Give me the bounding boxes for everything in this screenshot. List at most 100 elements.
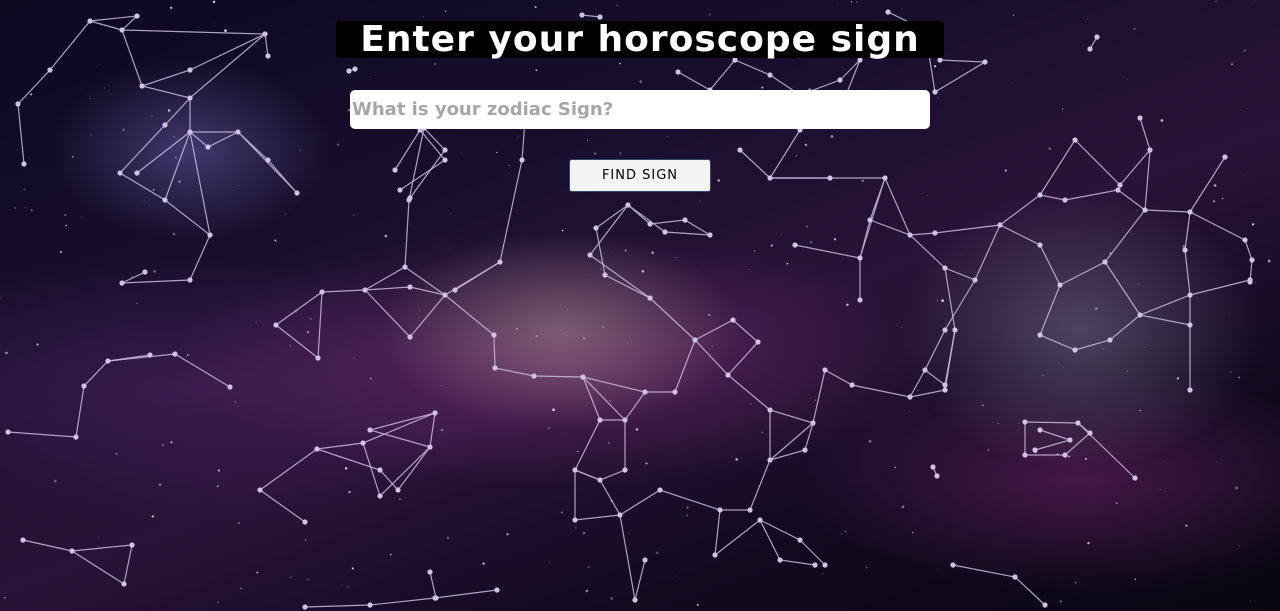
constellation-node (827, 175, 833, 181)
constellation-node (1037, 427, 1043, 433)
constellation-node (73, 434, 79, 440)
constellation-node (657, 487, 663, 493)
constellation-node (982, 59, 988, 65)
constellation-node (172, 351, 178, 357)
constellation-node (1187, 322, 1193, 328)
constellation-node (395, 487, 401, 493)
constellation-node (407, 334, 413, 340)
constellation-node (950, 562, 956, 568)
constellation-line (259, 489, 306, 523)
constellation-node (625, 202, 631, 208)
constellation-line (727, 267, 956, 424)
constellation-node (1115, 187, 1121, 193)
constellation-node (857, 255, 863, 261)
constellation-node (427, 444, 433, 450)
constellation-node (692, 337, 698, 343)
constellation-node (21, 161, 27, 167)
constellation-line (574, 376, 646, 601)
constellation-node (1102, 259, 1108, 265)
constellation-line (1034, 429, 1073, 451)
find-sign-button[interactable]: FIND SIGN (569, 159, 711, 192)
zodiac-sign-input[interactable] (350, 90, 930, 129)
constellation-line (444, 119, 526, 296)
constellation-node (1072, 347, 1078, 353)
constellation-node (142, 269, 148, 275)
constellation-node (602, 272, 608, 278)
constellation-node (907, 394, 913, 400)
constellation-node (1037, 332, 1043, 338)
constellation-node (377, 493, 383, 499)
constellation-node (792, 242, 798, 248)
constellation-node (755, 339, 761, 345)
constellation-node (757, 517, 763, 523)
constellation-node (712, 552, 718, 558)
constellation-node (1242, 237, 1248, 243)
constellation-node (777, 557, 783, 563)
constellation-line (316, 412, 436, 491)
constellation-node (1032, 447, 1038, 453)
constellation-node (812, 562, 818, 568)
constellation-node (617, 512, 623, 518)
constellation-node (1107, 337, 1113, 343)
constellation-node (642, 389, 648, 395)
constellation-node (105, 358, 111, 364)
constellation-node (997, 222, 1003, 228)
constellation-node (907, 232, 913, 238)
constellation-node (1094, 34, 1100, 40)
constellation-line (1077, 422, 1136, 479)
constellation-node (162, 122, 168, 128)
constellation-node (20, 537, 26, 543)
constellation-node (392, 167, 398, 173)
constellation-line (107, 354, 151, 362)
constellation-node (942, 387, 948, 393)
constellation-node (314, 446, 320, 452)
constellation-node (647, 221, 653, 227)
constellation-node (662, 229, 668, 235)
constellation-node (837, 77, 843, 83)
constellation-node (737, 147, 743, 153)
constellation-node (531, 373, 537, 379)
constellation-node (1087, 46, 1093, 52)
constellation-node (622, 417, 628, 423)
constellation-node (1187, 387, 1193, 393)
constellation-node (432, 410, 438, 416)
constellation-node (1142, 207, 1148, 213)
constellation-node (952, 327, 958, 333)
constellation-node (942, 382, 948, 388)
constellation-node (352, 66, 358, 72)
constellation-node (572, 517, 578, 523)
constellation-node (930, 464, 936, 470)
constellation-node (81, 383, 87, 389)
constellation-node (1075, 420, 1081, 426)
constellation-node (273, 322, 279, 328)
constellation-line (1039, 189, 1146, 286)
constellation-node (1137, 115, 1143, 121)
constellation-line (364, 286, 447, 338)
constellation-line (275, 291, 323, 360)
constellation-node (730, 317, 736, 323)
constellation-line (454, 261, 501, 291)
constellation-line (1139, 117, 1151, 151)
constellation-node (134, 13, 140, 19)
constellation-node (849, 382, 855, 388)
constellation-node (1249, 257, 1255, 263)
constellation-node (294, 190, 300, 196)
constellation-node (5, 429, 11, 435)
constellation-node (162, 197, 168, 203)
constellation-node (1087, 430, 1093, 436)
constellation-node (227, 384, 233, 390)
constellation-line (595, 227, 651, 299)
constellation-node (139, 83, 145, 89)
constellation-node (319, 289, 325, 295)
constellation-node (593, 225, 599, 231)
constellation-line (89, 20, 269, 57)
constellation-node (1062, 452, 1068, 458)
constellation-line (429, 571, 437, 599)
constellation-node (491, 332, 497, 338)
constellation-node (572, 467, 578, 473)
constellation-node (187, 277, 193, 283)
constellation-node (121, 581, 127, 587)
constellation-node (682, 217, 688, 223)
constellation-node (1022, 452, 1028, 458)
constellation-node (442, 292, 448, 298)
